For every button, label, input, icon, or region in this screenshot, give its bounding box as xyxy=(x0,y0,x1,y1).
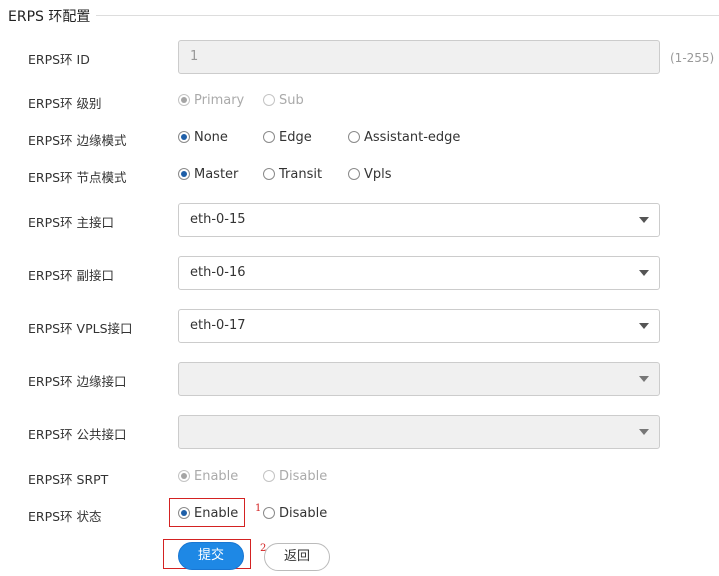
state-disable-radio[interactable]: Disable xyxy=(263,504,327,524)
level-label: ERPS环 级别 xyxy=(28,96,102,111)
edge-mode-label: ERPS环 边缘模式 xyxy=(28,133,127,148)
srpt-enable-radio: Enable xyxy=(178,467,238,487)
edge-mode-assistant-edge-radio[interactable]: Assistant-edge xyxy=(348,128,460,148)
radio-unselected-icon xyxy=(348,130,360,143)
vpls-port-label: ERPS环 VPLS接口 xyxy=(28,321,133,336)
step-1-marker: 1 xyxy=(255,503,262,514)
radio-selected-icon xyxy=(178,130,190,143)
radio-unselected-icon xyxy=(263,506,275,519)
radio-selected-icon xyxy=(178,469,190,482)
common-port-select xyxy=(178,415,660,449)
radio-unselected-icon xyxy=(263,167,275,180)
dropdown-arrow-icon xyxy=(639,270,649,276)
section-divider xyxy=(96,15,719,16)
vpls-port-select[interactable]: eth-0-17 xyxy=(178,309,660,343)
step-1-highlight-box xyxy=(169,498,245,527)
radio-unselected-icon xyxy=(263,93,275,106)
radio-unselected-icon xyxy=(263,130,275,143)
edge-port-label: ERPS环 边缘接口 xyxy=(28,374,127,389)
node-mode-label: ERPS环 节点模式 xyxy=(28,170,127,185)
node-mode-vpls-radio[interactable]: Vpls xyxy=(348,165,392,185)
primary-port-label: ERPS环 主接口 xyxy=(28,215,115,230)
primary-port-value: eth-0-15 xyxy=(190,212,246,227)
dropdown-arrow-icon xyxy=(639,376,649,382)
radio-unselected-icon xyxy=(263,469,275,482)
level-sub-radio: Sub xyxy=(263,91,304,111)
radio-selected-icon xyxy=(178,93,190,106)
edge-mode-edge-radio[interactable]: Edge xyxy=(263,128,312,148)
secondary-port-value: eth-0-16 xyxy=(190,265,246,280)
dropdown-arrow-icon xyxy=(639,217,649,223)
ring-id-input: 1 xyxy=(178,40,660,74)
node-mode-master-radio[interactable]: Master xyxy=(178,165,238,185)
secondary-port-label: ERPS环 副接口 xyxy=(28,268,115,283)
node-mode-transit-radio[interactable]: Transit xyxy=(263,165,322,185)
primary-port-select[interactable]: eth-0-15 xyxy=(178,203,660,237)
vpls-port-value: eth-0-17 xyxy=(190,318,246,333)
srpt-disable-radio: Disable xyxy=(263,467,327,487)
ring-id-range-hint: (1-255) xyxy=(670,51,715,65)
srpt-label: ERPS环 SRPT xyxy=(28,472,109,487)
common-port-label: ERPS环 公共接口 xyxy=(28,427,127,442)
back-button[interactable]: 返回 xyxy=(264,543,330,571)
edge-mode-none-radio[interactable]: None xyxy=(178,128,228,148)
section-title: ERPS 环配置 xyxy=(8,6,97,26)
edge-port-select xyxy=(178,362,660,396)
submit-button[interactable]: 提交 xyxy=(178,542,244,570)
dropdown-arrow-icon xyxy=(639,323,649,329)
ring-id-label: ERPS环 ID xyxy=(28,52,90,67)
secondary-port-select[interactable]: eth-0-16 xyxy=(178,256,660,290)
level-primary-radio: Primary xyxy=(178,91,244,111)
radio-selected-icon xyxy=(178,167,190,180)
dropdown-arrow-icon xyxy=(639,429,649,435)
state-label: ERPS环 状态 xyxy=(28,509,102,524)
radio-unselected-icon xyxy=(348,167,360,180)
